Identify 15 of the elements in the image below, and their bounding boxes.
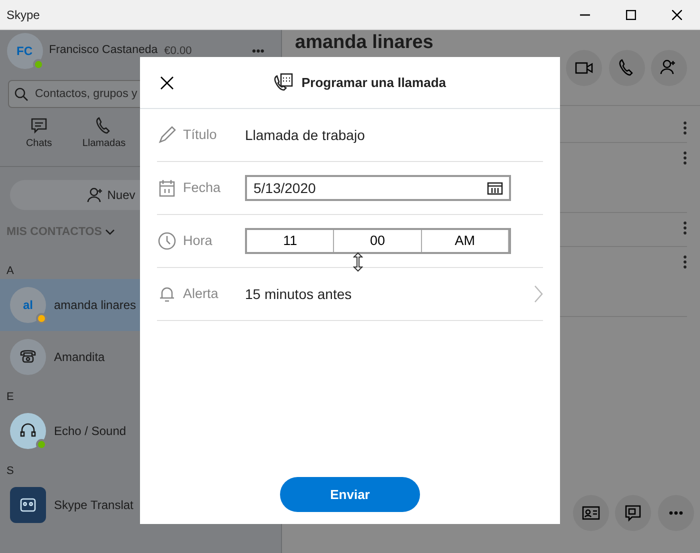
field-label: Hora xyxy=(183,232,214,250)
group-letter: A xyxy=(6,264,15,278)
credit-balance: €0.00 xyxy=(164,44,192,59)
field-label: Fecha xyxy=(183,178,222,197)
window-title: Skype xyxy=(6,6,41,24)
field-label: Título xyxy=(183,126,218,144)
dialog-title: Programar una llamada xyxy=(302,74,446,92)
title-value: Llamada de trabajo xyxy=(245,126,365,145)
group-letter: S xyxy=(6,464,15,478)
group-letter: E xyxy=(6,390,15,404)
avatar-initials: al xyxy=(22,297,33,314)
chat-title: amanda linares xyxy=(295,31,434,55)
field-label: Alerta xyxy=(183,284,220,303)
avatar-initials: FC xyxy=(16,43,32,60)
profile-name: Francisco Castaneda xyxy=(49,43,158,58)
